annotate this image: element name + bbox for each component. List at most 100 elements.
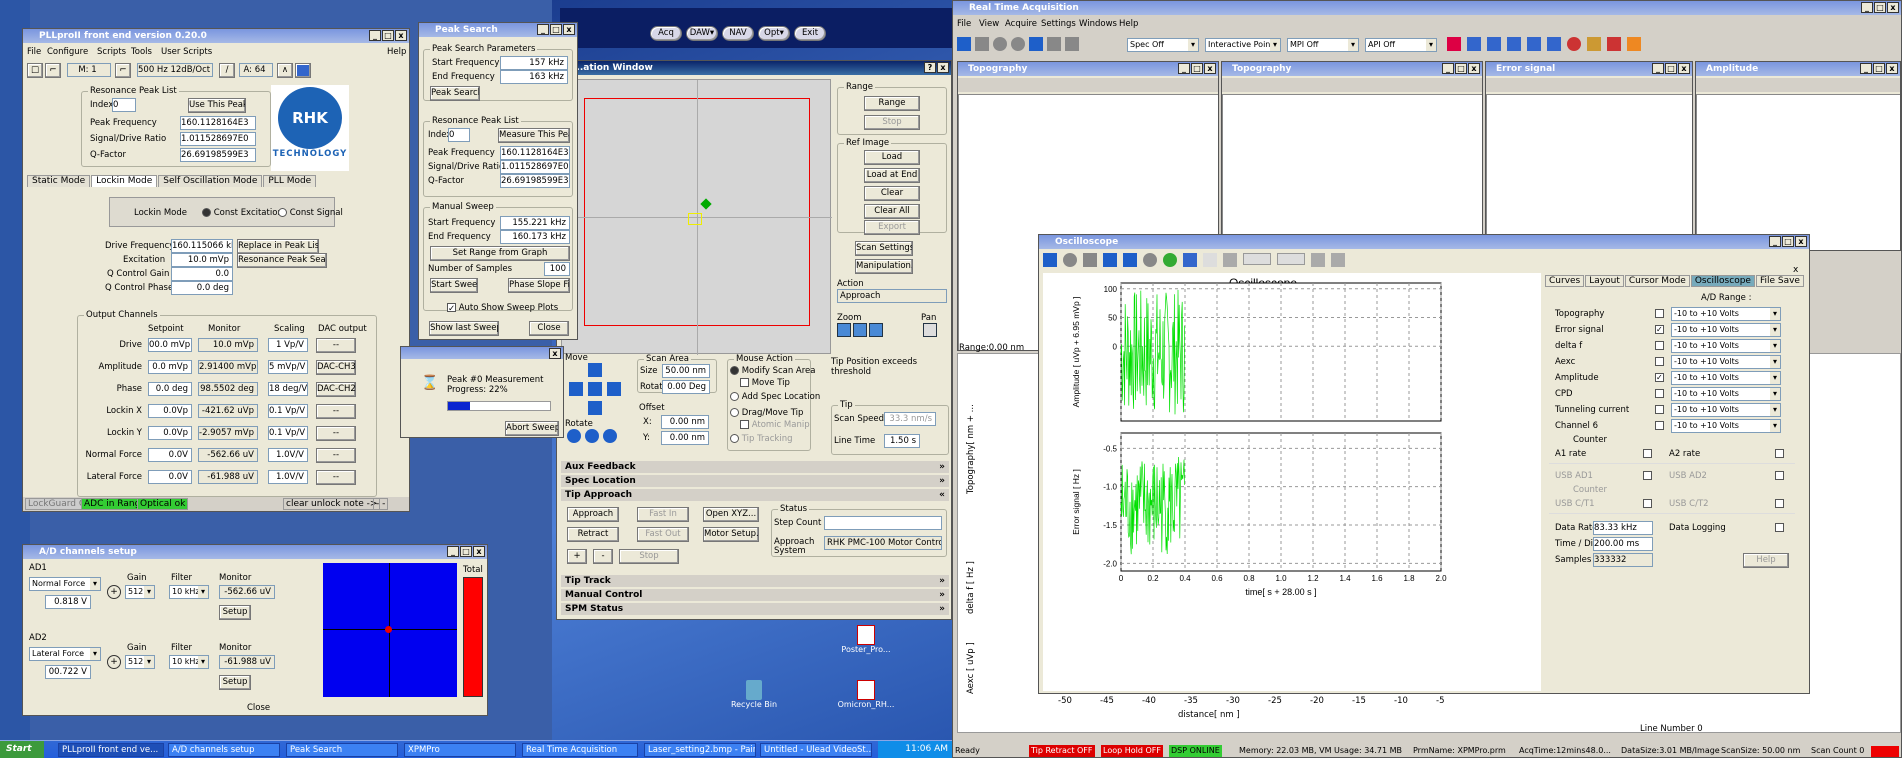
q-control-phase-field[interactable]: 0.0 deg xyxy=(171,281,233,295)
save-icon[interactable] xyxy=(1083,253,1097,267)
channel-checkbox[interactable]: ✓ xyxy=(1655,325,1664,334)
hand-icon[interactable] xyxy=(1203,253,1217,267)
tab-lockin-mode[interactable]: Lockin Mode xyxy=(91,175,158,187)
replace-in-peak-list-button[interactable]: Replace in Peak List xyxy=(237,239,319,254)
plus-button[interactable]: + xyxy=(567,549,587,564)
desktop-icon-poster[interactable]: Poster_Pro... xyxy=(836,625,896,654)
folder-icon[interactable] xyxy=(1487,37,1501,51)
set-range-button[interactable]: Set Range from Graph xyxy=(430,246,570,261)
scan-speed-field[interactable]: 33.3 nm/s xyxy=(884,412,936,426)
ma-move-tip[interactable]: Move Tip xyxy=(740,378,790,388)
minimize-icon[interactable]: _ xyxy=(369,30,381,41)
pen-tool-icon[interactable]: / xyxy=(219,63,235,78)
section-aux-feedback[interactable]: Aux Feedback » xyxy=(561,461,949,473)
close-icon[interactable]: x xyxy=(563,24,575,35)
x-offset-field[interactable]: 0.00 nm xyxy=(661,415,709,429)
scaling-field[interactable]: 1.0V/V xyxy=(268,470,308,484)
menu-scripts[interactable]: Scripts xyxy=(97,47,126,57)
range-select[interactable]: -10 to +10 Volts xyxy=(1671,419,1781,433)
channel-checkbox[interactable] xyxy=(1655,309,1664,318)
arrow-right-icon[interactable] xyxy=(1123,253,1137,267)
const-excitation-radio[interactable]: Const Excitation xyxy=(202,208,283,218)
opt-button[interactable]: Opt▾ xyxy=(758,26,790,41)
ma-drag[interactable]: Drag/Move Tip xyxy=(730,408,803,418)
end-frequency-field[interactable]: 163 kHz xyxy=(500,70,568,84)
section-tip-track[interactable]: Tip Track » xyxy=(561,575,949,587)
tab-curves[interactable]: Curves xyxy=(1545,275,1585,287)
scaling-field[interactable]: 0.1 Vp/V xyxy=(268,404,308,418)
tab-static-mode[interactable]: Static Mode xyxy=(27,175,91,187)
menu-settings[interactable]: Settings xyxy=(1041,19,1076,29)
section-spec-location[interactable]: Spec Location » xyxy=(561,475,949,487)
load-button[interactable]: Load xyxy=(864,150,920,165)
task-peak[interactable]: Peak Search xyxy=(286,743,398,757)
dac-output-button[interactable]: -- xyxy=(316,448,356,463)
task-pll[interactable]: PLLproII front end ve... xyxy=(58,743,164,757)
tab-self-oscillation[interactable]: Self Oscillation Mode xyxy=(158,175,263,187)
manipulation-button[interactable]: Manipulation.. xyxy=(855,259,913,274)
samples-field[interactable]: 100 xyxy=(544,262,570,276)
range-select[interactable]: -10 to +10 Volts xyxy=(1671,403,1781,417)
close-icon[interactable]: x xyxy=(1468,63,1480,74)
approach-button[interactable]: Approach xyxy=(567,507,619,522)
arrow-down-icon[interactable] xyxy=(588,401,602,415)
maximize-icon[interactable]: □ xyxy=(1455,63,1467,74)
section-tip-approach[interactable]: Tip Approach « xyxy=(561,489,949,501)
range-select[interactable]: -10 to +10 Volts xyxy=(1671,387,1781,401)
task-ulead[interactable]: Untitled - Ulead VideoSt... xyxy=(760,743,872,757)
target-icon[interactable] xyxy=(1163,253,1177,267)
section-spm-status[interactable]: SPM Status » xyxy=(561,603,949,615)
pause-icon[interactable] xyxy=(975,37,989,51)
use-this-peak-button[interactable]: Use This Peak xyxy=(188,98,246,113)
setpoint-field[interactable]: 0.0Vp xyxy=(148,404,192,418)
tab-layout[interactable]: Layout xyxy=(1585,275,1624,287)
open-xyz-button[interactable]: Open XYZ... xyxy=(703,507,759,522)
gain-select[interactable]: 512 xyxy=(125,655,155,669)
start-sweep-button[interactable]: Start Sweep xyxy=(430,278,478,293)
minimize-icon[interactable]: _ xyxy=(1861,2,1873,13)
excitation-field[interactable]: 10.0 mVp xyxy=(171,253,233,267)
stop-icon[interactable] xyxy=(1063,253,1077,267)
minimize-icon[interactable]: _ xyxy=(1442,63,1454,74)
minimize-icon[interactable]: _ xyxy=(447,546,459,557)
setpoint-field[interactable]: 00.0 mVp xyxy=(148,338,192,352)
menu-view[interactable]: View xyxy=(979,19,999,29)
record-icon[interactable] xyxy=(993,37,1007,51)
dac-output-button[interactable]: DAC-CH2 xyxy=(316,382,356,397)
show-last-sweep-button[interactable]: Show last Sweep xyxy=(429,321,499,336)
tab-pll-mode[interactable]: PLL Mode xyxy=(263,175,317,187)
fast-out-button[interactable]: Fast Out xyxy=(637,527,689,542)
grid-icon[interactable] xyxy=(295,63,311,78)
dac-output-button[interactable]: -- xyxy=(316,426,356,441)
close-icon[interactable]: x xyxy=(395,30,407,41)
stop-button[interactable]: Stop xyxy=(619,549,679,564)
auto-show-checkbox[interactable]: ✓ Auto Show Sweep Plots xyxy=(447,303,558,314)
mpi-dropdown[interactable]: MPI Off xyxy=(1287,38,1359,52)
setpoint-field[interactable]: 0.0V xyxy=(148,470,192,484)
fast-in-button[interactable]: Fast In xyxy=(637,507,689,522)
center-icon[interactable] xyxy=(588,382,602,396)
zoom-out-icon[interactable] xyxy=(853,323,867,337)
range-button[interactable]: Range xyxy=(864,96,920,111)
range-stop-button[interactable]: Stop xyxy=(864,115,920,130)
close-icon[interactable]: x xyxy=(1887,2,1899,13)
ma-atomic[interactable]: Atomic Manip xyxy=(740,420,810,430)
menu-configure[interactable]: Configure xyxy=(47,47,88,57)
image-grid-icon[interactable] xyxy=(1447,37,1461,51)
dac-output-button[interactable]: -- xyxy=(316,404,356,419)
range-select[interactable]: -10 to +10 Volts xyxy=(1671,307,1781,321)
chart-icon[interactable] xyxy=(1507,37,1521,51)
palette-icon[interactable] xyxy=(1607,37,1621,51)
scan-settings-button[interactable]: Scan Settings xyxy=(855,241,913,256)
ma-modify[interactable]: Modify Scan Area xyxy=(730,366,816,376)
menu-tools[interactable]: Tools xyxy=(131,47,152,57)
arrow-left-icon[interactable] xyxy=(569,382,583,396)
chart-icon[interactable] xyxy=(1183,253,1197,267)
start-frequency-field[interactable]: 157 kHz xyxy=(500,56,568,70)
export-button[interactable]: Export xyxy=(864,220,920,235)
const-signal-radio[interactable]: Const Signal xyxy=(278,208,343,218)
maximize-icon[interactable]: □ xyxy=(1874,2,1886,13)
desktop-icon-recycle[interactable]: Recycle Bin xyxy=(724,680,784,709)
menu-user-scripts[interactable]: User Scripts xyxy=(161,47,212,57)
ma-add-spec[interactable]: Add Spec Location xyxy=(730,392,820,402)
